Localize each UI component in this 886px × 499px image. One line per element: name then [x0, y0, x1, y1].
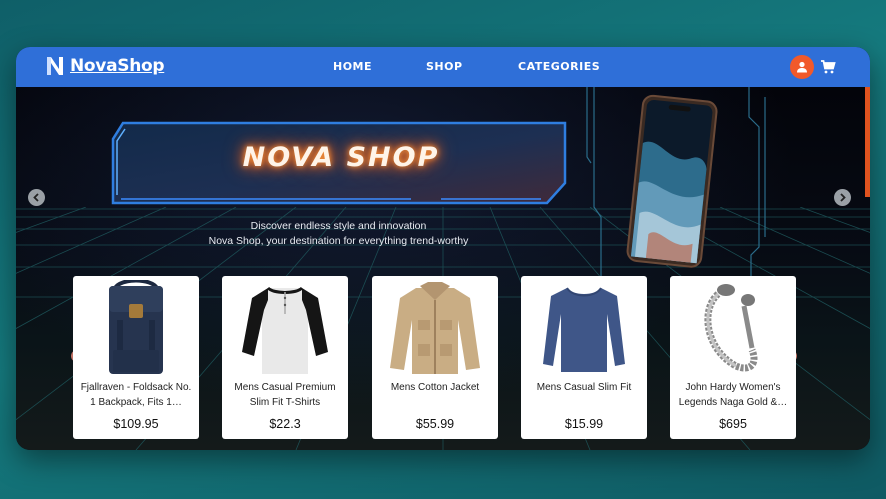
product-name: Mens Casual Premium Slim Fit T-Shirts [234, 382, 336, 408]
product-name: Mens Cotton Jacket [390, 382, 480, 393]
product-price: $695 [719, 417, 747, 431]
chevron-right-icon [840, 193, 846, 202]
backpack-image [109, 280, 163, 374]
nav-categories[interactable]: CATEGORIES [518, 60, 600, 73]
chevron-left-icon [33, 193, 39, 202]
cotton-jacket-image [390, 282, 480, 374]
user-account-button[interactable] [790, 55, 814, 79]
nav-home[interactable]: HOME [333, 60, 372, 73]
product-name: John Hardy Women's Legends Naga Gold &… [678, 382, 788, 408]
long-sleeve-tee-image [543, 287, 625, 372]
raglan-shirt-image [242, 286, 328, 374]
tagline-line-2: Nova Shop, your destination for everythi… [208, 235, 469, 247]
product-name: Mens Casual Slim Fit [536, 382, 632, 393]
product-price: $22.3 [269, 417, 301, 431]
product-price: $15.99 [564, 417, 604, 431]
phone-graphic [586, 87, 766, 277]
carousel-next-button[interactable] [834, 189, 851, 206]
product-name: Fjallraven - Foldsack No. 1 Backpack, Fi… [80, 382, 192, 408]
cart-icon[interactable] [820, 59, 836, 75]
hero-carousel: NOVA SHOP Discover endless style and inn… [16, 87, 870, 450]
tagline-line-1: Discover endless style and innovation [250, 220, 427, 232]
navbar: NovaShop HOME SHOP CATEGORIES [16, 47, 870, 87]
user-icon [797, 61, 807, 73]
product-price: $109.95 [113, 417, 159, 431]
product-card[interactable]: John Hardy Women's Legends Naga Gold &… … [670, 276, 796, 439]
product-price: $55.99 [415, 417, 455, 431]
nav-links: HOME SHOP CATEGORIES [16, 47, 870, 87]
product-card[interactable]: Mens Casual Premium Slim Fit T-Shirts $2… [222, 276, 348, 439]
product-card[interactable]: Fjallraven - Foldsack No. 1 Backpack, Fi… [73, 276, 199, 439]
carousel-prev-button[interactable] [28, 189, 45, 206]
hero-tagline: Discover endless style and innovation No… [166, 219, 511, 249]
scrollbar[interactable] [865, 87, 870, 197]
bracelet-image [704, 284, 758, 372]
product-card[interactable]: Mens Cotton Jacket $55.99 [372, 276, 498, 439]
product-card[interactable]: Mens Casual Slim Fit $15.99 [521, 276, 647, 439]
app-window: NovaShop HOME SHOP CATEGORIES NOVA SHOP … [16, 47, 870, 450]
hero-title: NOVA SHOP [242, 142, 440, 173]
nav-shop[interactable]: SHOP [426, 60, 463, 73]
